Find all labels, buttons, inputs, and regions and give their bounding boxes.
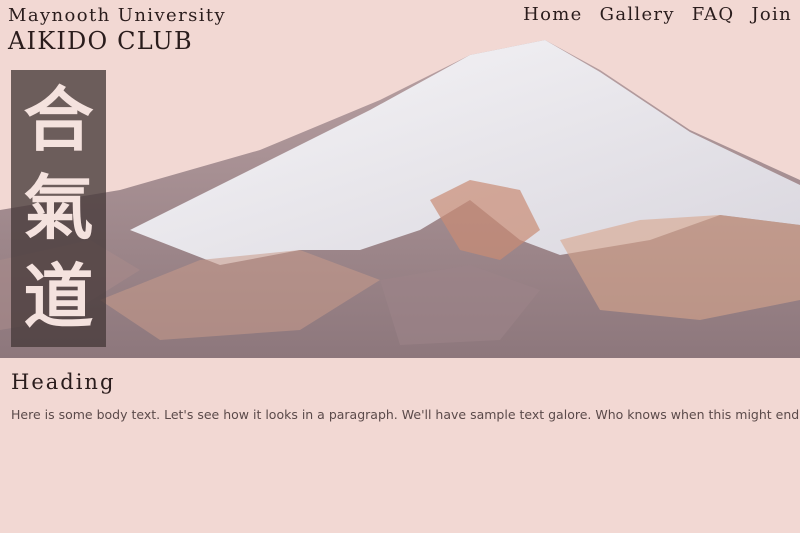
- nav-join[interactable]: Join: [751, 4, 792, 25]
- brand-university: Maynooth University: [8, 5, 227, 26]
- kanji-do: 道: [23, 254, 94, 338]
- aikido-kanji-banner: 合 氣 道: [11, 70, 106, 347]
- section-heading: Heading: [11, 370, 116, 394]
- body-paragraph: Here is some body text. Let's see how it…: [11, 407, 800, 422]
- nav-home[interactable]: Home: [523, 4, 582, 25]
- nav-gallery[interactable]: Gallery: [600, 4, 675, 25]
- brand-club-name: AIKIDO CLUB: [8, 27, 193, 55]
- nav-faq[interactable]: FAQ: [692, 4, 735, 25]
- kanji-ai: 合: [23, 78, 94, 162]
- main-nav: Home Gallery FAQ Join: [523, 4, 792, 25]
- kanji-ki: 氣: [23, 166, 94, 250]
